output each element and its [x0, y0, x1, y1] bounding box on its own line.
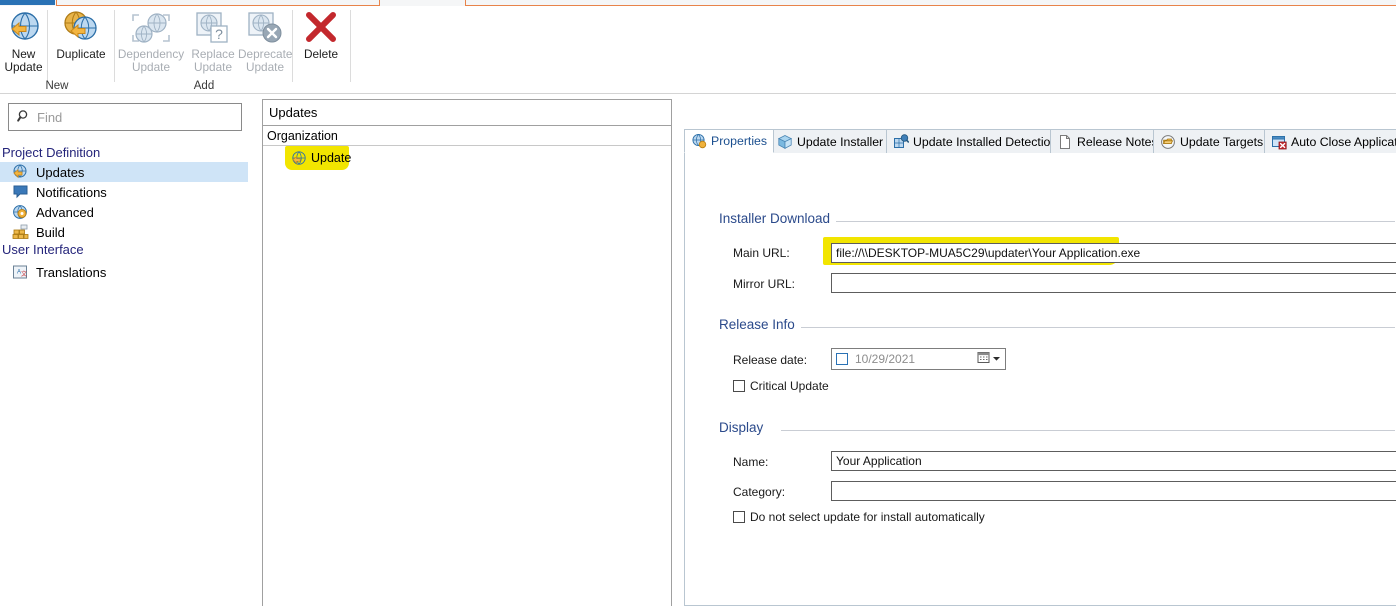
sidebar-item-label: Updates: [36, 164, 85, 180]
tab-label: Update Targets: [1180, 134, 1264, 149]
tab-properties[interactable]: Properties: [684, 129, 775, 153]
panel-title: Updates: [263, 100, 671, 126]
properties-panel: Properties Update Installer Update Insta…: [684, 129, 1396, 606]
ribbon-group-new: New: [0, 6, 114, 94]
label-name: Name:: [733, 455, 769, 469]
label-mirror-url: Mirror URL:: [733, 277, 795, 291]
sidebar-item-label: Translations: [36, 264, 107, 280]
section-rule: [799, 327, 1395, 328]
release-date-checkbox[interactable]: [836, 353, 848, 365]
tab-update-installer[interactable]: Update Installer: [770, 129, 891, 153]
page-icon: [1057, 134, 1073, 150]
left-sidebar: Find Project Definition Updates Notifica…: [0, 95, 250, 606]
calendar-icon: [977, 351, 990, 367]
release-date-value: 10/29/2021: [855, 352, 916, 366]
column-header-organization[interactable]: Organization: [263, 126, 671, 146]
update-node-icon: [291, 150, 307, 166]
label-main-url: Main URL:: [733, 246, 790, 260]
properties-globe-icon: [691, 133, 707, 149]
do-not-select-label: Do not select update for install automat…: [750, 510, 985, 524]
search-icon: [17, 109, 31, 126]
section-rule: [835, 221, 1395, 222]
tree-item-update[interactable]: Update: [287, 148, 355, 168]
release-date-dropdown[interactable]: [977, 351, 1001, 367]
sidebar-item-notifications[interactable]: Notifications: [0, 182, 248, 202]
ribbon-button-label: Delete: [303, 47, 339, 61]
tab-bar: Properties Update Installer Update Insta…: [684, 129, 1396, 153]
tab-update-targets[interactable]: Update Targets: [1153, 129, 1271, 153]
advanced-gear-icon: [12, 204, 30, 220]
translations-icon: A 文: [12, 264, 30, 280]
input-mirror-url[interactable]: [831, 273, 1396, 293]
label-category: Category:: [733, 485, 786, 499]
input-release-date[interactable]: 10/29/2021: [831, 348, 1006, 370]
search-input[interactable]: Find: [8, 103, 242, 131]
red-x-icon: [293, 10, 349, 46]
ribbon-group-label: Add: [193, 80, 215, 92]
tab-release-notes[interactable]: Release Notes: [1050, 129, 1165, 153]
do-not-select-checkbox[interactable]: [733, 511, 745, 523]
input-main-url-value: file://\\DESKTOP-MUA5C29\updater\Your Ap…: [836, 246, 1141, 260]
auto-close-window-icon: [1271, 134, 1287, 150]
ribbon-toolbar: New Update Duplicate Dependency Update ?…: [0, 6, 1396, 94]
svg-text:文: 文: [21, 270, 27, 278]
input-category[interactable]: [831, 481, 1396, 501]
package-box-icon: [777, 134, 793, 150]
section-title-display: Display: [719, 420, 770, 435]
sidebar-item-translations[interactable]: A 文 Translations: [0, 262, 248, 282]
updates-globe-icon: [12, 164, 30, 180]
ribbon-group-add: Add: [116, 6, 292, 94]
sidebar-item-updates[interactable]: Updates: [0, 162, 248, 182]
tab-label: Update Installed Detection: [913, 134, 1058, 149]
tab-update-installed-detection[interactable]: Update Installed Detection: [886, 129, 1065, 153]
target-folder-icon: [1160, 134, 1176, 150]
sidebar-item-advanced[interactable]: Advanced: [0, 202, 248, 222]
tab-label: Auto Close Applications: [1291, 134, 1396, 149]
updates-list-panel: Updates Organization Update: [262, 99, 672, 606]
notifications-balloon-icon: [12, 184, 30, 200]
ribbon-group-separator: [114, 10, 115, 82]
ribbon-group-label: New: [45, 80, 69, 92]
tab-label: Update Installer: [797, 134, 884, 149]
tab-content-properties: Installer Download Main URL: file://\\DE…: [684, 153, 1396, 606]
chevron-down-icon: [992, 352, 1001, 366]
section-title-release-info: Release Info: [719, 317, 801, 332]
build-bricks-icon: [12, 224, 30, 240]
critical-update-checkbox[interactable]: [733, 380, 745, 392]
section-rule: [781, 430, 1395, 431]
checkbox-row-do-not-select[interactable]: Do not select update for install automat…: [733, 510, 985, 524]
sidebar-item-label: Notifications: [36, 184, 107, 200]
top-strip-active-segment[interactable]: [0, 0, 55, 5]
tree-item-label: Update: [311, 151, 352, 165]
search-placeholder: Find: [37, 109, 63, 125]
sidebar-header-user-interface: User Interface: [2, 242, 84, 257]
ribbon-button-delete[interactable]: Delete: [293, 10, 349, 61]
checkbox-row-critical-update[interactable]: Critical Update: [733, 379, 829, 393]
sidebar-item-label: Build: [36, 224, 65, 240]
sidebar-item-label: Advanced: [36, 204, 94, 220]
input-name[interactable]: Your Application: [831, 451, 1396, 471]
tab-label: Release Notes: [1077, 134, 1158, 149]
sidebar-header-project-definition: Project Definition: [2, 145, 101, 160]
tab-label: Properties: [711, 134, 768, 148]
application-window: New Update Duplicate Dependency Update ?…: [0, 0, 1396, 606]
ribbon-group-separator: [350, 10, 351, 82]
critical-update-label: Critical Update: [750, 379, 829, 393]
detection-icon: [893, 133, 910, 150]
sidebar-item-build[interactable]: Build: [0, 222, 248, 242]
input-name-value: Your Application: [836, 454, 922, 468]
section-title-installer-download: Installer Download: [719, 211, 837, 226]
tab-auto-close-applications[interactable]: Auto Close Applications: [1264, 129, 1396, 153]
label-release-date: Release date:: [733, 353, 808, 367]
input-main-url[interactable]: file://\\DESKTOP-MUA5C29\updater\Your Ap…: [831, 243, 1396, 263]
